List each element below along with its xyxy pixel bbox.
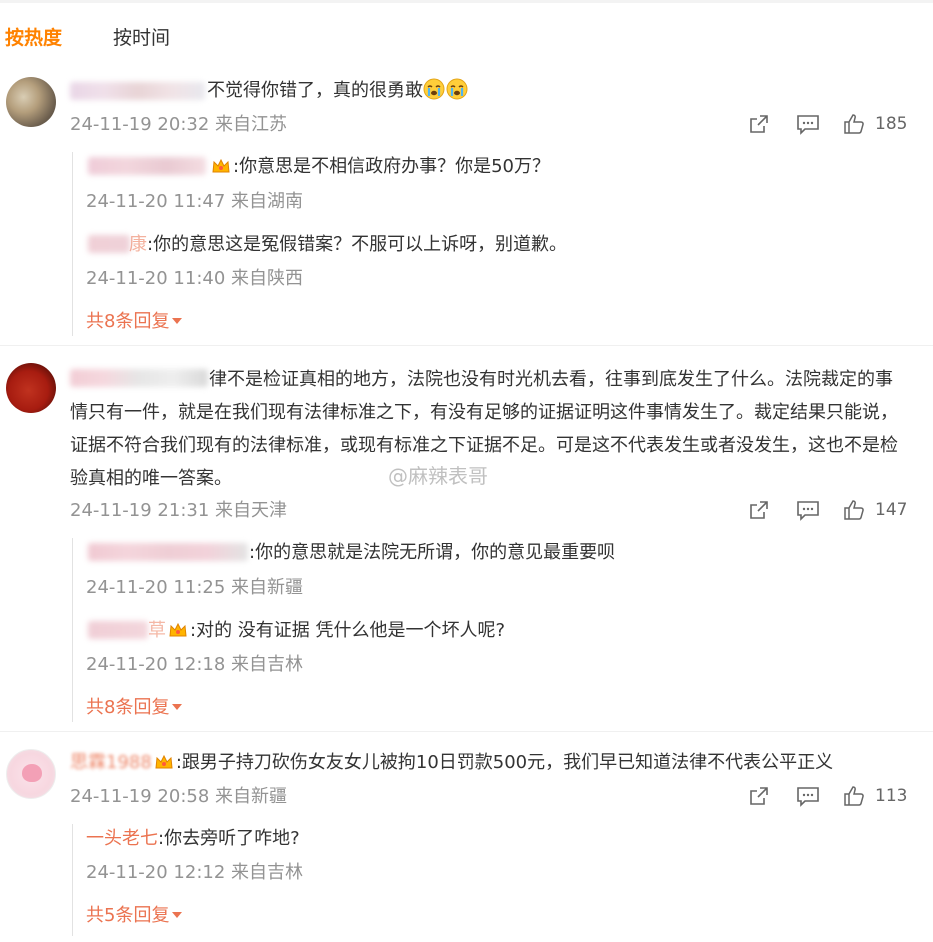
comment-button[interactable] xyxy=(796,111,820,137)
share-button[interactable] xyxy=(748,497,770,523)
avatar[interactable] xyxy=(6,77,56,127)
more-replies-link[interactable]: 共5条回复 xyxy=(86,905,183,927)
top-divider xyxy=(0,0,933,3)
reply-meta: 24-11-20 12:12 来自吉林 xyxy=(86,862,304,883)
comment-divider xyxy=(0,731,933,732)
username-blurred[interactable] xyxy=(70,82,205,100)
reply-username-tail[interactable]: 康 xyxy=(129,234,147,255)
comment-text: 不觉得你错了，真的很勇敢 xyxy=(207,74,469,107)
share-icon xyxy=(750,501,768,519)
comment-meta: 24-11-19 21:31 来自天津 xyxy=(70,500,288,521)
caret-down-icon xyxy=(172,704,183,710)
username[interactable]: 思霖1988 xyxy=(70,752,152,773)
reply-username-tail[interactable]: 草 xyxy=(148,620,166,641)
avatar[interactable] xyxy=(6,363,56,413)
reply-meta: 24-11-20 11:40 来自陕西 xyxy=(86,268,304,289)
comment-icon xyxy=(797,501,819,521)
share-button[interactable] xyxy=(748,111,770,137)
reply-username-blurred[interactable] xyxy=(88,621,148,639)
comment-button[interactable] xyxy=(796,497,820,523)
reply-text: 一头老七:你去旁听了咋地? xyxy=(86,828,300,849)
avatar[interactable] xyxy=(6,749,56,799)
like-count: 147 xyxy=(875,500,908,520)
share-icon xyxy=(750,115,768,133)
reply-text: 康:你的意思这是冤假错案？不服可以上诉呀，别道歉。 xyxy=(129,234,568,255)
share-button[interactable] xyxy=(748,783,770,809)
comment-text: 思霖1988:跟男子持刀砍伤女友女儿被拘10日罚款500元，我们早已知道法律不代… xyxy=(70,752,834,773)
like-button[interactable]: 113 xyxy=(843,783,907,809)
reply-text: :你的意思就是法院无所谓，你的意见最重要呗 xyxy=(249,542,616,563)
reply-meta: 24-11-20 12:18 来自吉林 xyxy=(86,654,304,675)
tab-hot[interactable]: 按热度 xyxy=(5,26,62,50)
reply-username-blurred[interactable] xyxy=(88,157,206,175)
like-count: 185 xyxy=(875,114,908,134)
reply-thread-line xyxy=(72,152,73,336)
like-count: 113 xyxy=(875,786,908,806)
more-replies-link[interactable]: 共8条回复 xyxy=(86,311,183,333)
caret-down-icon xyxy=(172,318,183,324)
crying-emoji-icon xyxy=(423,78,445,100)
comment-meta: 24-11-19 20:58 来自新疆 xyxy=(70,786,288,807)
reply-text: :你意思是不相信政府办事？你是50万？ xyxy=(209,156,550,178)
share-icon xyxy=(750,787,768,805)
reply-text: 草:对的 没有证据 凭什么他是一个坏人呢? xyxy=(148,620,506,641)
comment-icon xyxy=(797,787,819,807)
reply-username-blurred[interactable] xyxy=(88,235,130,253)
like-icon xyxy=(844,786,864,806)
reply-thread-line xyxy=(72,824,73,936)
like-icon xyxy=(844,500,864,520)
caret-down-icon xyxy=(172,912,183,918)
reply-username-blurred[interactable] xyxy=(88,543,248,561)
reply-thread-line xyxy=(72,538,73,722)
tab-time[interactable]: 按时间 xyxy=(113,26,170,50)
watermark: @麻辣表哥 xyxy=(388,464,488,488)
reply-meta: 24-11-20 11:47 来自湖南 xyxy=(86,191,304,212)
comment-button[interactable] xyxy=(796,783,820,809)
like-button[interactable]: 147 xyxy=(843,497,907,523)
comment-text: 律不是检证真相的地方，法院也没有时光机去看，往事到底发生了什么。法院裁定的事情只… xyxy=(70,369,898,489)
comment-divider xyxy=(0,345,933,346)
reply-username[interactable]: 一头老七 xyxy=(86,828,158,849)
like-button[interactable]: 185 xyxy=(843,111,907,137)
more-replies-link[interactable]: 共8条回复 xyxy=(86,697,183,719)
crying-emoji-icon xyxy=(446,78,468,100)
crown-icon xyxy=(212,158,230,173)
comment-meta: 24-11-19 20:32 来自江苏 xyxy=(70,114,288,135)
comment-icon xyxy=(797,115,819,135)
crown-icon xyxy=(155,754,173,769)
crown-icon xyxy=(169,622,187,637)
reply-meta: 24-11-20 11:25 来自新疆 xyxy=(86,577,304,598)
like-icon xyxy=(844,114,864,134)
